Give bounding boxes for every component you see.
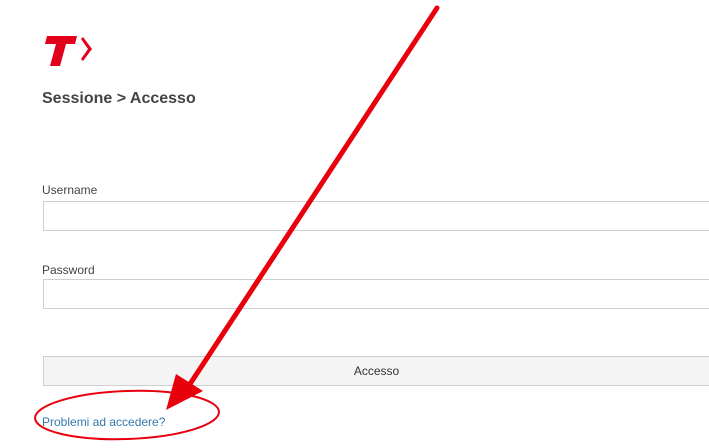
password-input[interactable] [43, 279, 709, 309]
login-button[interactable]: Accesso [43, 356, 709, 386]
username-input[interactable] [43, 201, 709, 231]
password-label: Password [42, 263, 95, 277]
brand-logo-icon [45, 36, 92, 66]
breadcrumb: Sessione > Accesso [42, 90, 196, 107]
username-label: Username [42, 183, 98, 197]
login-page: Sessione > Accesso Username Password Acc… [0, 0, 709, 448]
red-arrow-annotation [187, 5, 440, 387]
login-help-link[interactable]: Problemi ad accedere? [42, 415, 165, 429]
